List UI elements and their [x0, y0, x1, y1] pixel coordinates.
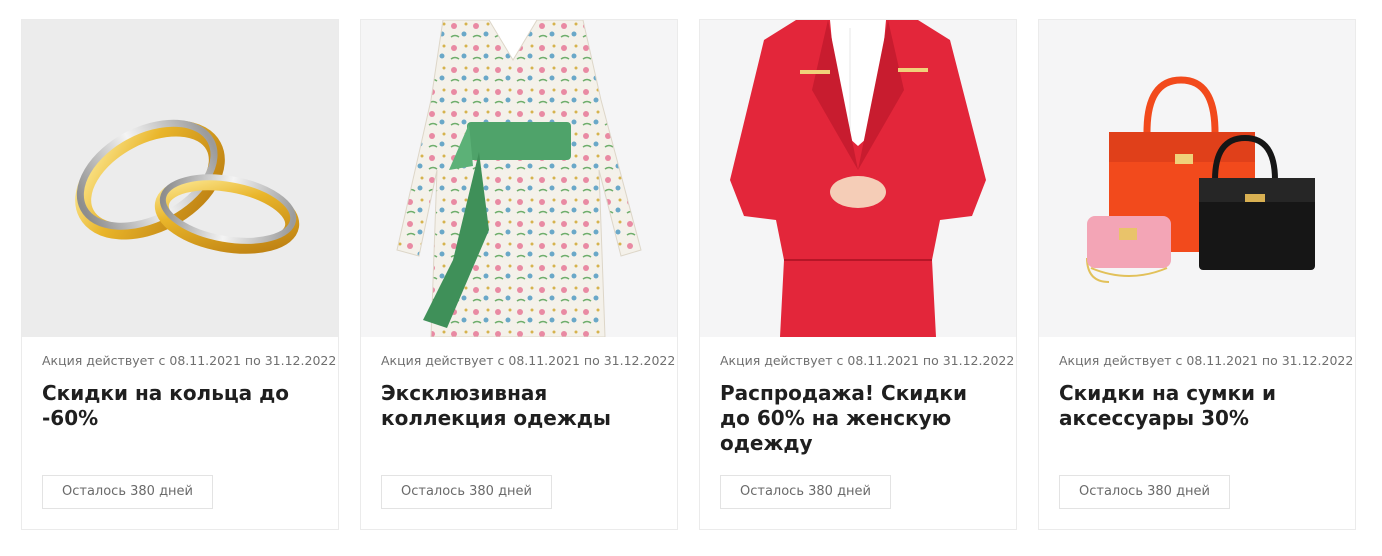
red-suit-image[interactable] [700, 20, 1016, 337]
promo-title[interactable]: Скидки на сумки и аксессуары 30% [1059, 381, 1335, 459]
days-remaining-badge: Осталось 380 дней [42, 475, 214, 509]
promo-card-dress[interactable]: Акция действует с 08.11.2021 по 31.12.20… [360, 19, 678, 530]
promo-card-bags[interactable]: Акция действует с 08.11.2021 по 31.12.20… [1038, 19, 1356, 530]
promo-title[interactable]: Распродажа! Скидки до 60% на женскую оде… [720, 381, 996, 459]
promo-dates: Акция действует с 08.11.2021 по 31.12.20… [42, 353, 337, 368]
card-body: Акция действует с 08.11.2021 по 31.12.20… [22, 337, 338, 459]
card-body: Акция действует с 08.11.2021 по 31.12.20… [700, 337, 1016, 459]
promo-title[interactable]: Эксклюзивная коллекция одежды [381, 381, 657, 459]
suit-illustration [730, 20, 986, 337]
promo-title[interactable]: Скидки на кольца до -60% [42, 381, 318, 459]
promo-dates: Акция действует с 08.11.2021 по 31.12.20… [720, 353, 1015, 368]
promo-card-suit[interactable]: Акция действует с 08.11.2021 по 31.12.20… [699, 19, 1017, 530]
promo-grid: Акция действует с 08.11.2021 по 31.12.20… [21, 19, 1356, 530]
handbags-image[interactable] [1039, 20, 1355, 337]
days-remaining-badge: Осталось 380 дней [720, 475, 892, 509]
days-remaining-badge: Осталось 380 дней [381, 475, 553, 509]
dress-illustration [396, 20, 642, 337]
rings-illustration [75, 119, 300, 254]
promo-dates: Акция действует с 08.11.2021 по 31.12.20… [381, 353, 676, 368]
card-body: Акция действует с 08.11.2021 по 31.12.20… [1039, 337, 1355, 459]
card-body: Акция действует с 08.11.2021 по 31.12.20… [361, 337, 677, 459]
rings-image[interactable] [22, 20, 338, 337]
promo-dates: Акция действует с 08.11.2021 по 31.12.20… [1059, 353, 1354, 368]
days-remaining-badge: Осталось 380 дней [1059, 475, 1231, 509]
bags-illustration [1086, 76, 1315, 283]
promo-card-rings[interactable]: Акция действует с 08.11.2021 по 31.12.20… [21, 19, 339, 530]
floral-dress-image[interactable] [361, 20, 677, 337]
